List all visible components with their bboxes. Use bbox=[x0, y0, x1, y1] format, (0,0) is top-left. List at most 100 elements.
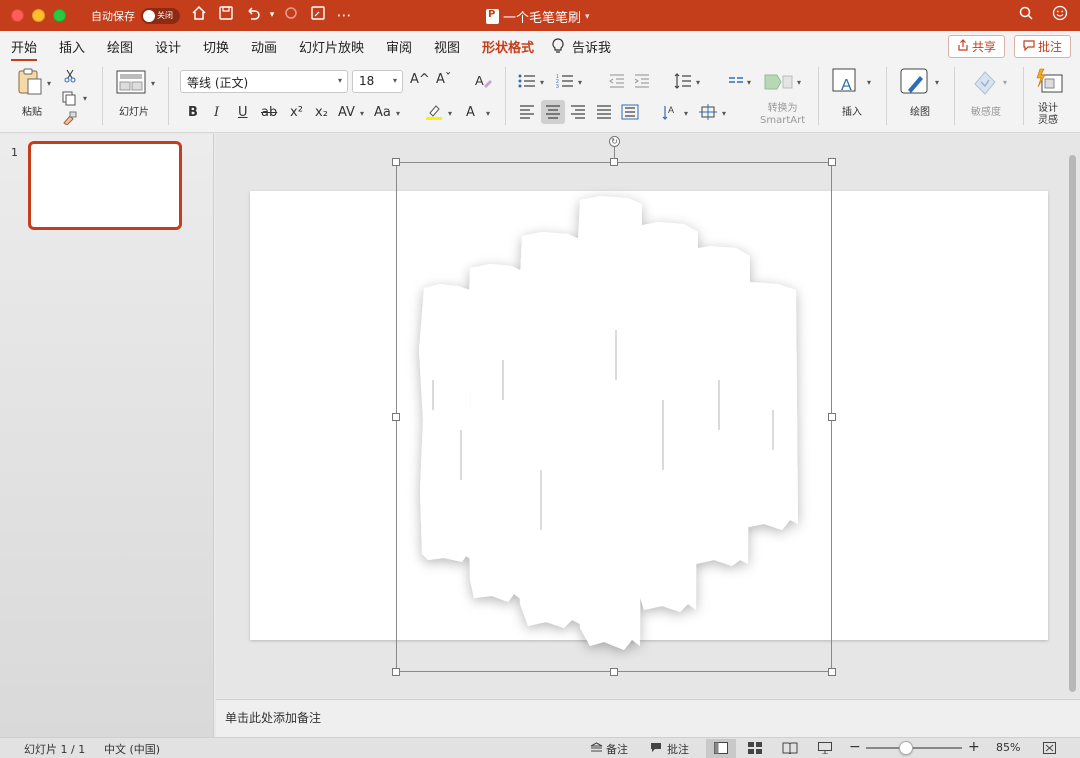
format-painter-icon[interactable] bbox=[62, 111, 78, 128]
resize-handle[interactable] bbox=[828, 413, 836, 421]
resize-handle[interactable] bbox=[392, 413, 400, 421]
search-icon[interactable] bbox=[1016, 5, 1036, 25]
chevron-down-icon[interactable]: ▾ bbox=[396, 109, 400, 118]
tab-view[interactable]: 视图 bbox=[434, 37, 460, 56]
font-color-button[interactable]: A bbox=[466, 105, 475, 120]
normal-view-button[interactable] bbox=[706, 739, 736, 758]
resize-handle[interactable] bbox=[828, 668, 836, 676]
chevron-down-icon[interactable]: ▾ bbox=[696, 78, 700, 87]
undo-icon[interactable] bbox=[243, 5, 263, 25]
align-right-icon[interactable] bbox=[570, 104, 586, 123]
chevron-down-icon[interactable]: ▾ bbox=[1003, 78, 1007, 87]
subscript-button[interactable]: x₂ bbox=[315, 105, 328, 120]
notes-placeholder[interactable]: 单击此处添加备注 bbox=[225, 709, 321, 726]
chevron-down-icon[interactable]: ▾ bbox=[747, 78, 751, 87]
resize-handle[interactable] bbox=[392, 158, 400, 166]
tab-shape-format[interactable]: 形状格式 bbox=[482, 37, 534, 56]
scrollbar-thumb[interactable] bbox=[1069, 155, 1076, 692]
chevron-down-icon[interactable]: ▾ bbox=[797, 78, 801, 87]
underline-button[interactable]: U bbox=[238, 105, 248, 120]
align-left-icon[interactable] bbox=[519, 104, 535, 123]
copy-dropdown-icon[interactable]: ▾ bbox=[83, 94, 87, 103]
tab-design[interactable]: 设计 bbox=[155, 37, 181, 56]
close-window-button[interactable] bbox=[11, 9, 24, 22]
align-center-button[interactable] bbox=[541, 100, 565, 124]
tab-home[interactable]: 开始 bbox=[11, 37, 38, 61]
convert-smartart-label[interactable]: 转换为 SmartArt bbox=[760, 103, 805, 127]
chevron-down-icon[interactable]: ▾ bbox=[360, 109, 364, 118]
chevron-down-icon[interactable]: ▾ bbox=[540, 78, 544, 87]
numbering-icon[interactable]: 123 bbox=[556, 73, 574, 92]
save-icon[interactable] bbox=[216, 5, 236, 25]
chevron-down-icon[interactable]: ▾ bbox=[867, 78, 871, 87]
resize-handle[interactable] bbox=[610, 158, 618, 166]
strikethrough-button[interactable]: ab bbox=[261, 105, 277, 120]
save-as-icon[interactable] bbox=[308, 5, 328, 25]
bold-button[interactable]: B bbox=[188, 105, 198, 120]
decrease-font-size-button[interactable]: Aˇ bbox=[436, 72, 451, 87]
superscript-button[interactable]: x² bbox=[290, 105, 303, 120]
zoom-slider[interactable] bbox=[866, 747, 962, 749]
paste-dropdown-icon[interactable]: ▾ bbox=[47, 79, 51, 88]
font-family-select[interactable]: 等线 (正文) ▾ bbox=[180, 70, 348, 93]
distributed-icon[interactable] bbox=[621, 104, 639, 123]
bullets-icon[interactable] bbox=[518, 73, 536, 92]
sensitivity-icon[interactable] bbox=[971, 68, 999, 99]
tab-transitions[interactable]: 切换 bbox=[203, 37, 229, 56]
designer-label[interactable]: 设计 灵感 bbox=[1038, 103, 1058, 127]
resize-handle[interactable] bbox=[828, 158, 836, 166]
change-case-button[interactable]: Aa bbox=[374, 105, 391, 120]
tab-slideshow[interactable]: 幻灯片放映 bbox=[299, 37, 364, 56]
notes-toggle-button[interactable]: 备注 bbox=[606, 741, 628, 757]
text-direction-icon[interactable]: A bbox=[662, 104, 680, 123]
home-icon[interactable] bbox=[189, 5, 209, 25]
decrease-indent-icon[interactable] bbox=[608, 73, 625, 92]
insert-textbox-icon[interactable]: A bbox=[832, 68, 862, 99]
slideshow-view-icon[interactable] bbox=[818, 742, 832, 757]
tab-review[interactable]: 审阅 bbox=[386, 37, 412, 56]
zoom-in-button[interactable]: + bbox=[968, 739, 980, 755]
vertical-scrollbar[interactable] bbox=[1068, 148, 1077, 696]
redo-icon[interactable] bbox=[281, 5, 301, 25]
reading-view-icon[interactable] bbox=[782, 742, 798, 757]
chevron-down-icon[interactable]: ▾ bbox=[448, 109, 452, 118]
slide-sorter-view-icon[interactable] bbox=[748, 742, 762, 757]
increase-font-size-button[interactable]: A^ bbox=[410, 72, 430, 87]
columns-icon[interactable] bbox=[728, 73, 744, 92]
chevron-down-icon[interactable]: ▾ bbox=[578, 78, 582, 87]
increase-indent-icon[interactable] bbox=[634, 73, 650, 92]
chevron-down-icon[interactable]: ▾ bbox=[935, 78, 939, 87]
tab-insert[interactable]: 插入 bbox=[59, 37, 85, 56]
tab-draw[interactable]: 绘图 bbox=[107, 37, 133, 56]
copy-icon[interactable] bbox=[61, 90, 77, 109]
slide-thumbnail[interactable] bbox=[28, 141, 182, 230]
rotate-handle-icon[interactable]: ↻ bbox=[609, 136, 620, 147]
line-spacing-icon[interactable] bbox=[674, 73, 692, 92]
font-size-select[interactable]: 18 ▾ bbox=[352, 70, 403, 93]
chevron-down-icon[interactable]: ▾ bbox=[684, 109, 688, 118]
autosave-toggle[interactable]: 关闭 bbox=[141, 8, 180, 24]
zoom-level[interactable]: 85% bbox=[996, 741, 1020, 754]
undo-dropdown-icon[interactable]: ▾ bbox=[262, 5, 282, 25]
slides-dropdown-icon[interactable]: ▾ bbox=[151, 79, 155, 88]
comments-toggle-button[interactable]: 批注 bbox=[667, 741, 689, 757]
sensitivity-label[interactable]: 敏感度 bbox=[971, 103, 1001, 118]
smiley-feedback-icon[interactable] bbox=[1050, 5, 1070, 25]
zoom-out-button[interactable]: − bbox=[849, 739, 861, 755]
cut-icon[interactable] bbox=[63, 69, 77, 86]
notes-pane[interactable]: 单击此处添加备注 bbox=[216, 699, 1080, 737]
chevron-down-icon[interactable]: ▾ bbox=[722, 109, 726, 118]
justify-icon[interactable] bbox=[596, 104, 612, 123]
zoom-slider-thumb[interactable] bbox=[899, 741, 913, 755]
character-spacing-button[interactable]: AV bbox=[338, 105, 355, 120]
maximize-window-button[interactable] bbox=[53, 9, 66, 22]
fit-to-window-icon[interactable] bbox=[1043, 742, 1056, 757]
italic-button[interactable]: I bbox=[214, 105, 219, 120]
draw-shape-icon[interactable] bbox=[900, 68, 930, 99]
language-indicator[interactable]: 中文 (中国) bbox=[104, 741, 160, 757]
resize-handle[interactable] bbox=[392, 668, 400, 676]
highlight-icon[interactable] bbox=[425, 103, 443, 124]
tab-tell-me[interactable]: 告诉我 bbox=[572, 37, 611, 56]
designer-icon[interactable] bbox=[1035, 68, 1065, 99]
paste-icon[interactable] bbox=[15, 67, 45, 100]
